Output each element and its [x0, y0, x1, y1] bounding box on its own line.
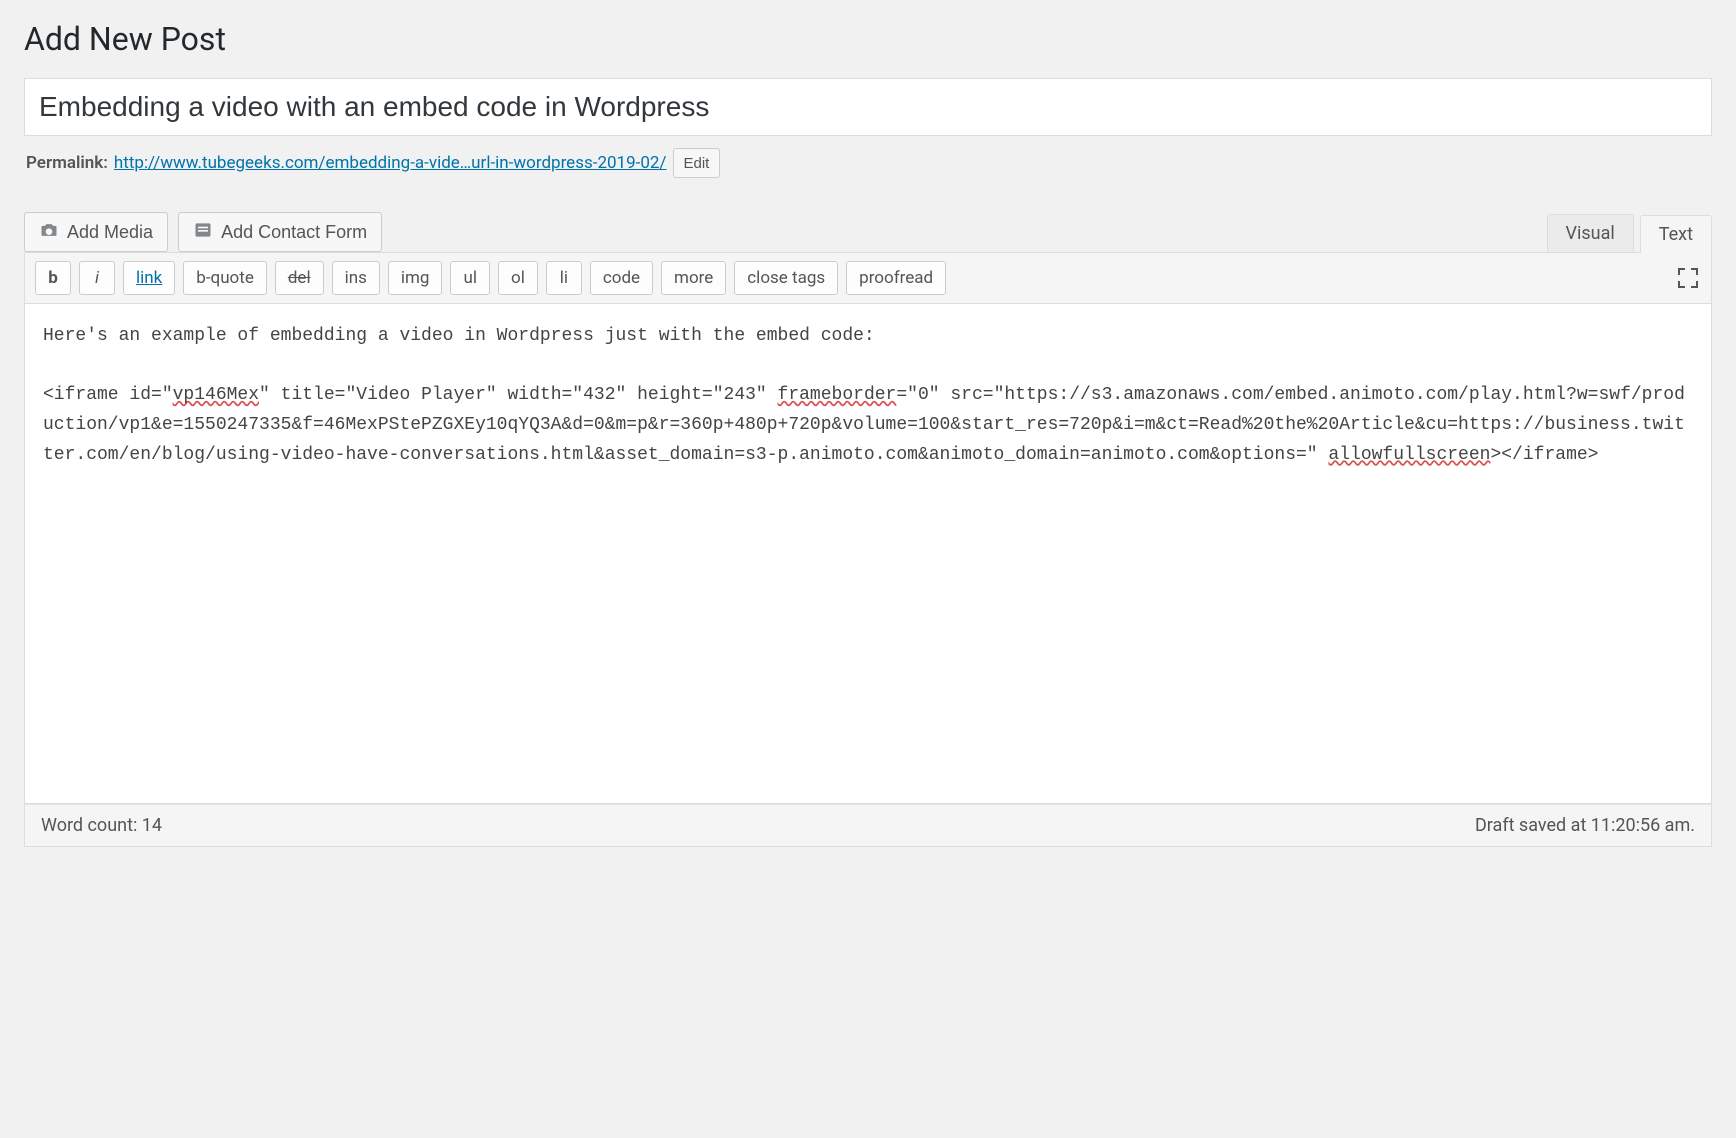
permalink-label: Permalink:	[26, 153, 108, 173]
permalink-slug: embedding-a-vide…url-in-wordpress	[325, 153, 592, 173]
tool-italic[interactable]: i	[79, 261, 115, 295]
tool-ins[interactable]: ins	[332, 261, 380, 295]
permalink-suffix: -2019-02/	[593, 153, 667, 173]
word-count-value: 14	[142, 815, 162, 836]
tool-ul[interactable]: ul	[450, 261, 490, 295]
content-err-allowfullscreen: allowfullscreen	[1328, 445, 1490, 465]
word-count-label: Word count:	[41, 815, 142, 836]
tool-close-tags[interactable]: close tags	[734, 261, 838, 295]
permalink-link[interactable]: http://www.tubegeeks.com/embedding-a-vid…	[114, 153, 667, 173]
tool-bold[interactable]: b	[35, 261, 71, 295]
camera-icon	[39, 220, 59, 245]
editor-toolbar: b i link b-quote del ins img ul ol li co…	[24, 252, 1712, 304]
content-intro: Here's an example of embedding a video i…	[43, 326, 875, 346]
draft-saved-status: Draft saved at 11:20:56 am.	[1475, 815, 1695, 836]
post-title-input[interactable]	[24, 78, 1712, 136]
add-contact-form-button[interactable]: Add Contact Form	[178, 212, 382, 252]
tool-bquote[interactable]: b-quote	[183, 261, 267, 295]
permalink-base: http://www.tubegeeks.com/	[114, 153, 326, 173]
tool-del[interactable]: del	[275, 261, 324, 295]
form-icon	[193, 220, 213, 245]
tool-img[interactable]: img	[388, 261, 443, 295]
tab-visual[interactable]: Visual	[1547, 214, 1634, 252]
word-count: Word count: 14	[41, 815, 162, 836]
content-iframe-close: ></iframe>	[1490, 445, 1598, 465]
add-media-button[interactable]: Add Media	[24, 212, 168, 252]
permalink-row: Permalink: http://www.tubegeeks.com/embe…	[26, 148, 1710, 178]
tab-text[interactable]: Text	[1640, 215, 1712, 253]
tool-link[interactable]: link	[123, 261, 175, 295]
add-contact-form-label: Add Contact Form	[221, 222, 367, 243]
status-bar: Word count: 14 Draft saved at 11:20:56 a…	[24, 804, 1712, 847]
post-content-textarea[interactable]: Here's an example of embedding a video i…	[24, 304, 1712, 804]
tool-li[interactable]: li	[546, 261, 582, 295]
content-err-frameborder: frameborder	[778, 385, 897, 405]
content-err-vp: vp146Mex	[173, 385, 259, 405]
fullscreen-icon[interactable]	[1675, 265, 1701, 291]
content-iframe-1: <iframe id="	[43, 385, 173, 405]
tool-code[interactable]: code	[590, 261, 653, 295]
editor-tabs: Visual Text	[1541, 214, 1712, 252]
page-heading: Add New Post	[24, 20, 1712, 58]
tool-more[interactable]: more	[661, 261, 726, 295]
add-media-label: Add Media	[67, 222, 153, 243]
content-iframe-2: " title="Video Player" width="432" heigh…	[259, 385, 777, 405]
edit-permalink-button[interactable]: Edit	[673, 148, 721, 178]
tool-ol[interactable]: ol	[498, 261, 538, 295]
tool-proofread[interactable]: proofread	[846, 261, 946, 295]
